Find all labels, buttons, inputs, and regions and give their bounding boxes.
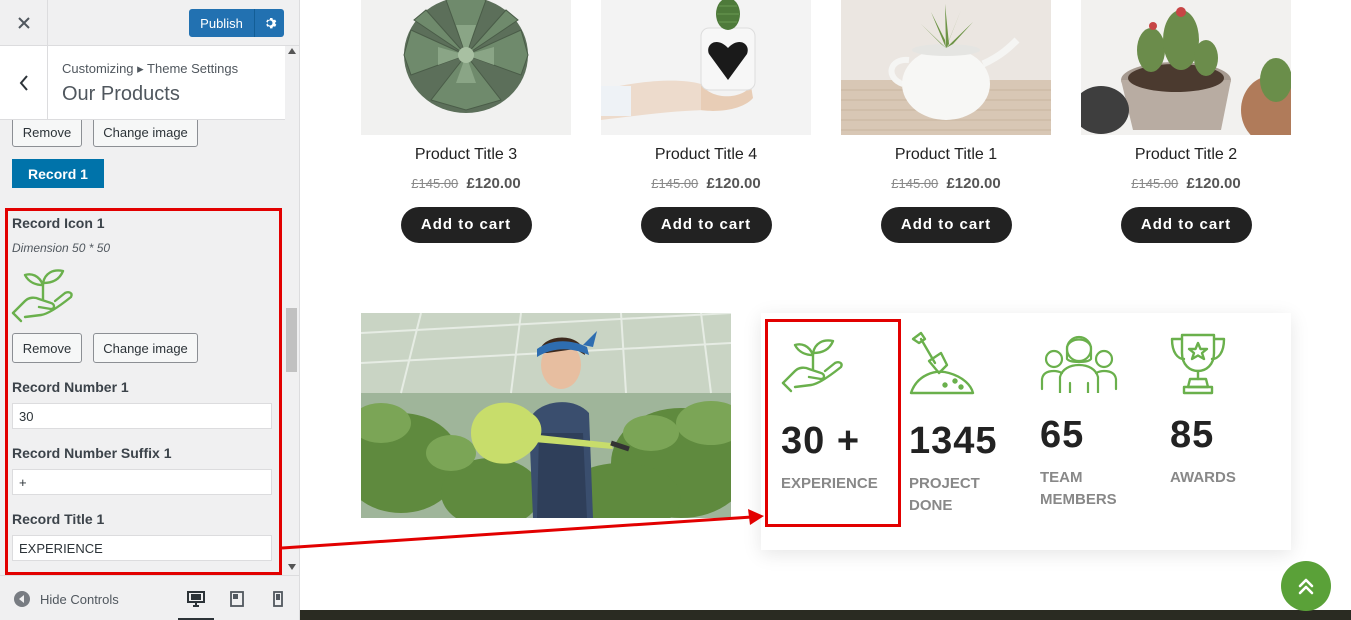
section-title: Our Products xyxy=(62,83,180,105)
customizer-scrollbar[interactable] xyxy=(285,46,299,575)
product-image[interactable] xyxy=(1081,0,1291,135)
old-price: £145.00 xyxy=(891,176,939,191)
customizer-header: Publish xyxy=(0,0,299,46)
product-price: £145.00 £120.00 xyxy=(601,175,811,192)
section-header: Customizing ▸ Theme Settings Our Product… xyxy=(0,46,285,120)
close-icon xyxy=(17,17,30,29)
product-title[interactable]: Product Title 1 xyxy=(841,146,1051,164)
old-price: £145.00 xyxy=(411,176,459,191)
stat-team-members: 65 TEAM MEMBERS xyxy=(1040,331,1120,511)
highlight-box-experience-stat xyxy=(765,319,901,527)
publish-settings-button[interactable] xyxy=(254,9,284,37)
product-card: Product Title 3 £145.00 £120.00 Add to c… xyxy=(361,0,571,243)
scroll-to-top-button[interactable] xyxy=(1281,561,1331,611)
scroll-up-arrow-icon[interactable] xyxy=(288,48,296,54)
stat-number: 85 xyxy=(1170,414,1215,456)
highlight-box-record-fields xyxy=(5,208,282,575)
breadcrumb: Customizing ▸ Theme Settings xyxy=(62,61,239,76)
footer-strip xyxy=(300,610,1351,620)
double-chevron-up-icon xyxy=(1298,578,1314,595)
site-preview: Product Title 3 £145.00 £120.00 Add to c… xyxy=(300,0,1351,620)
change-image-button-top[interactable]: Change image xyxy=(93,120,198,147)
gear-icon xyxy=(265,17,276,29)
product-card: Product Title 4 £145.00 £120.00 Add to c… xyxy=(601,0,811,243)
stat-project-done: 1345 PROJECT DONE xyxy=(909,331,999,517)
scrollbar-thumb[interactable] xyxy=(286,308,297,372)
hide-controls-label: Hide Controls xyxy=(40,591,119,607)
close-customizer-button[interactable] xyxy=(0,0,48,46)
customizer-panel: Publish Customizing ▸ Theme Settings Our… xyxy=(0,0,300,620)
stat-number: 65 xyxy=(1040,414,1085,456)
add-to-cart-button[interactable]: Add to cart xyxy=(400,207,532,243)
hide-controls-button[interactable]: Hide Controls xyxy=(14,591,119,607)
old-price: £145.00 xyxy=(1131,176,1179,191)
trophy-icon xyxy=(1170,333,1226,395)
shovel-icon xyxy=(909,331,975,395)
stat-label: TEAM MEMBERS xyxy=(1040,469,1117,508)
product-price: £145.00 £120.00 xyxy=(841,175,1051,192)
product-price: £145.00 £120.00 xyxy=(361,175,571,192)
desktop-icon xyxy=(187,591,205,607)
product-card: Product Title 2 £145.00 £120.00 Add to c… xyxy=(1081,0,1291,243)
chevron-left-icon xyxy=(19,74,28,91)
stat-number: 1345 xyxy=(909,420,998,462)
product-price: £145.00 £120.00 xyxy=(1081,175,1291,192)
new-price: £120.00 xyxy=(466,175,521,192)
product-image[interactable] xyxy=(601,0,811,135)
team-icon xyxy=(1040,335,1118,395)
new-price: £120.00 xyxy=(946,175,1001,192)
product-image[interactable] xyxy=(841,0,1051,135)
remove-image-button-top[interactable]: Remove xyxy=(12,120,82,147)
record-1-tab[interactable]: Record 1 xyxy=(12,159,104,188)
back-button[interactable] xyxy=(0,46,48,119)
product-title[interactable]: Product Title 2 xyxy=(1081,146,1291,164)
tablet-preview-button[interactable] xyxy=(226,588,248,610)
publish-button[interactable]: Publish xyxy=(189,9,254,37)
stat-awards: 85 AWARDS xyxy=(1170,331,1236,489)
product-title[interactable]: Product Title 3 xyxy=(361,146,571,164)
add-to-cart-button[interactable]: Add to cart xyxy=(640,207,772,243)
new-price: £120.00 xyxy=(1186,175,1241,192)
scroll-down-arrow-icon[interactable] xyxy=(288,564,296,570)
mobile-icon xyxy=(273,591,283,607)
customizer-footer: Hide Controls xyxy=(0,575,299,620)
stat-label: AWARDS xyxy=(1170,469,1236,486)
add-to-cart-button[interactable]: Add to cart xyxy=(880,207,1012,243)
desktop-preview-button[interactable] xyxy=(178,588,214,620)
product-image[interactable] xyxy=(361,0,571,135)
product-title[interactable]: Product Title 4 xyxy=(601,146,811,164)
gardener-image xyxy=(361,313,731,518)
tablet-icon xyxy=(230,591,244,607)
product-card: Product Title 1 £145.00 £120.00 Add to c… xyxy=(841,0,1051,243)
collapse-arrow-icon xyxy=(14,591,30,607)
old-price: £145.00 xyxy=(651,176,699,191)
new-price: £120.00 xyxy=(706,175,761,192)
stat-label: PROJECT DONE xyxy=(909,475,980,514)
add-to-cart-button[interactable]: Add to cart xyxy=(1120,207,1252,243)
mobile-preview-button[interactable] xyxy=(267,588,289,610)
